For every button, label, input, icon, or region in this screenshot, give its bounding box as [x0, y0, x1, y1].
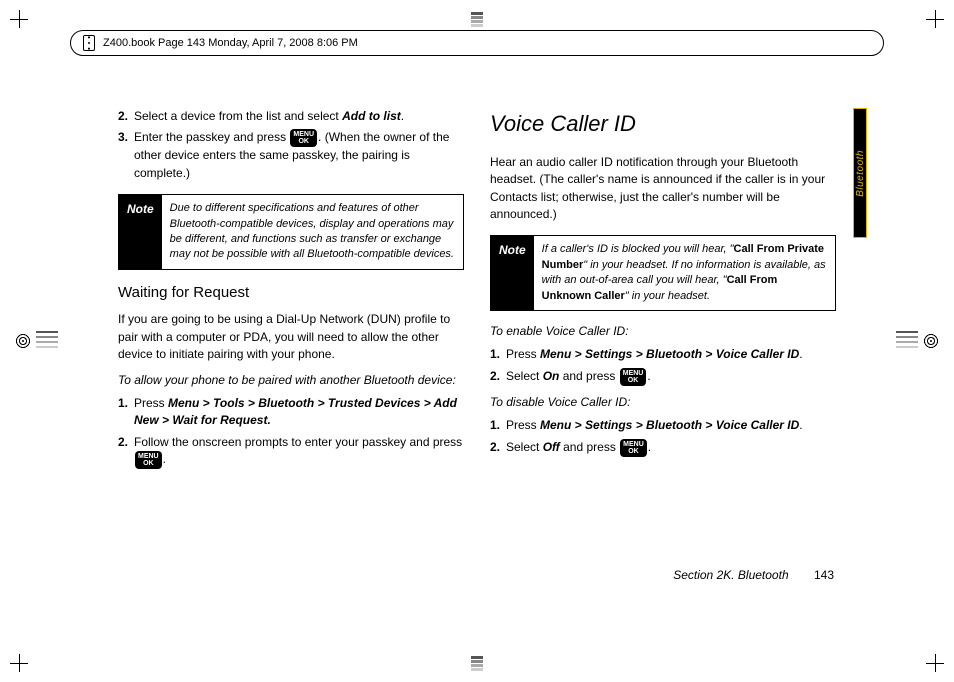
list-item: 2. Select On and press MENUOK. [490, 368, 836, 386]
note-label: Note [491, 236, 534, 310]
color-bars [471, 656, 483, 672]
ui-path: Menu > Settings > Bluetooth > Voice Call… [540, 347, 799, 361]
text: . [799, 418, 802, 432]
note-body: Due to different specifications and feat… [162, 195, 463, 269]
book-icon [83, 35, 95, 51]
instruction: To enable Voice Caller ID: [490, 323, 836, 340]
page-footer: Section 2K. Bluetooth 143 [673, 568, 834, 582]
text: Press [506, 347, 540, 361]
list: 2. Select a device from the list and sel… [118, 108, 464, 182]
instruction: To disable Voice Caller ID: [490, 394, 836, 411]
section-heading: Voice Caller ID [490, 108, 836, 140]
text: Enter the passkey and press [134, 131, 289, 145]
list-item: 2. Select Off and press MENUOK. [490, 439, 836, 457]
left-column: 2. Select a device from the list and sel… [118, 108, 464, 572]
section-name: Section 2K. Bluetooth [673, 568, 788, 582]
ui-term: On [543, 369, 560, 383]
crop-mark [926, 10, 944, 28]
page-header-text: Z400.book Page 143 Monday, April 7, 2008… [103, 37, 358, 49]
instruction: To allow your phone to be paired with an… [118, 372, 464, 389]
text: Select a device from the list and select [134, 109, 342, 123]
list-num: 1. [118, 395, 128, 412]
list-num: 2. [118, 434, 128, 451]
note-box: Note Due to different specifications and… [118, 194, 464, 270]
list-num: 2. [118, 108, 128, 125]
text: Follow the onscreen prompts to enter you… [134, 435, 462, 449]
note-box: Note If a caller's ID is blocked you wil… [490, 235, 836, 311]
color-bars [896, 331, 918, 351]
side-tab: Bluetooth [853, 108, 867, 238]
ui-term: Add to list [342, 109, 401, 123]
menu-ok-key-icon: MENUOK [290, 129, 317, 147]
text: " in your headset. [625, 290, 710, 302]
note-label: Note [119, 195, 162, 269]
list: 1. Press Menu > Settings > Bluetooth > V… [490, 346, 836, 385]
list-item: 3. Enter the passkey and press MENUOK. (… [118, 129, 464, 182]
list-item: 1. Press Menu > Settings > Bluetooth > V… [490, 346, 836, 363]
text: and press [559, 369, 618, 383]
text: . [401, 109, 404, 123]
list-num: 1. [490, 417, 500, 434]
color-bars [36, 331, 58, 351]
paragraph: Hear an audio caller ID notification thr… [490, 154, 836, 224]
list: 1. Press Menu > Settings > Bluetooth > V… [490, 417, 836, 456]
ui-path: Menu > Settings > Bluetooth > Voice Call… [540, 418, 799, 432]
text: and press [560, 440, 619, 454]
text: . [799, 347, 802, 361]
crop-mark [10, 654, 28, 672]
menu-ok-key-icon: MENUOK [620, 439, 647, 457]
list-item: 2. Follow the onscreen prompts to enter … [118, 434, 464, 469]
text: Press [506, 418, 540, 432]
text: Select [506, 369, 543, 383]
crop-mark [10, 10, 28, 28]
text: . [647, 369, 650, 383]
text: . [648, 440, 651, 454]
side-tab-label: Bluetooth [855, 150, 866, 197]
paragraph: If you are going to be using a Dial-Up N… [118, 311, 464, 363]
menu-ok-key-icon: MENUOK [135, 451, 162, 469]
menu-ok-key-icon: MENUOK [620, 368, 647, 386]
list-item: 2. Select a device from the list and sel… [118, 108, 464, 125]
page-number: 143 [814, 568, 834, 582]
registration-mark [15, 333, 31, 349]
list-item: 1. Press Menu > Tools > Bluetooth > Trus… [118, 395, 464, 430]
right-column: Voice Caller ID Hear an audio caller ID … [490, 108, 836, 572]
registration-mark [923, 333, 939, 349]
note-body: If a caller's ID is blocked you will hea… [534, 236, 835, 310]
ui-path: Menu > Tools > Bluetooth > Trusted Devic… [134, 396, 457, 427]
list-num: 3. [118, 129, 128, 146]
list-item: 1. Press Menu > Settings > Bluetooth > V… [490, 417, 836, 434]
text: Select [506, 440, 543, 454]
text: Press [134, 396, 168, 410]
text: " in your headset. If no information is … [542, 259, 826, 286]
list-num: 2. [490, 368, 500, 385]
list-num: 1. [490, 346, 500, 363]
text: If a caller's ID is blocked you will hea… [542, 243, 734, 255]
text: . [163, 452, 166, 466]
color-bars [471, 12, 483, 28]
ui-term: Off [543, 440, 560, 454]
list-num: 2. [490, 439, 500, 456]
list: 1. Press Menu > Tools > Bluetooth > Trus… [118, 395, 464, 469]
subheading: Waiting for Request [118, 282, 464, 304]
crop-mark [926, 654, 944, 672]
page-header-pill: Z400.book Page 143 Monday, April 7, 2008… [70, 30, 884, 56]
content: 2. Select a device from the list and sel… [118, 108, 836, 572]
